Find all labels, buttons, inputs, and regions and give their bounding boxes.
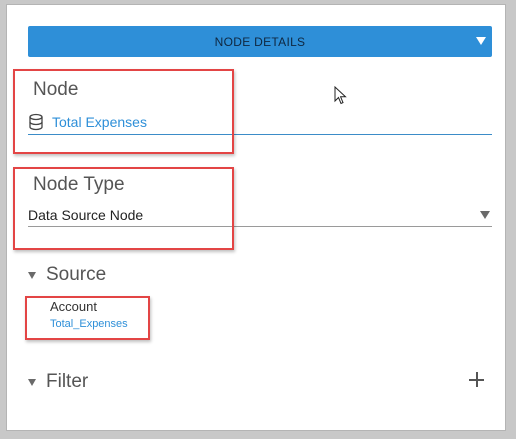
mouse-pointer-icon [334, 86, 347, 105]
filter-label: Filter [46, 371, 89, 392]
highlight-box-node-type [13, 167, 234, 250]
highlight-box-account [25, 296, 150, 340]
node-details-title: NODE DETAILS [214, 34, 306, 49]
filter-section-toggle[interactable]: Filter [28, 371, 88, 393]
highlight-box-node [13, 69, 234, 154]
source-label: Source [46, 264, 107, 285]
add-filter-plus-icon[interactable] [468, 371, 486, 389]
triangle-down-icon[interactable] [28, 378, 36, 386]
chevron-down-icon[interactable] [480, 211, 490, 219]
node-details-header[interactable]: NODE DETAILS [28, 26, 492, 57]
caret-down-icon[interactable] [476, 37, 486, 45]
source-section-toggle[interactable]: Source [28, 264, 106, 286]
triangle-down-icon[interactable] [28, 271, 36, 279]
